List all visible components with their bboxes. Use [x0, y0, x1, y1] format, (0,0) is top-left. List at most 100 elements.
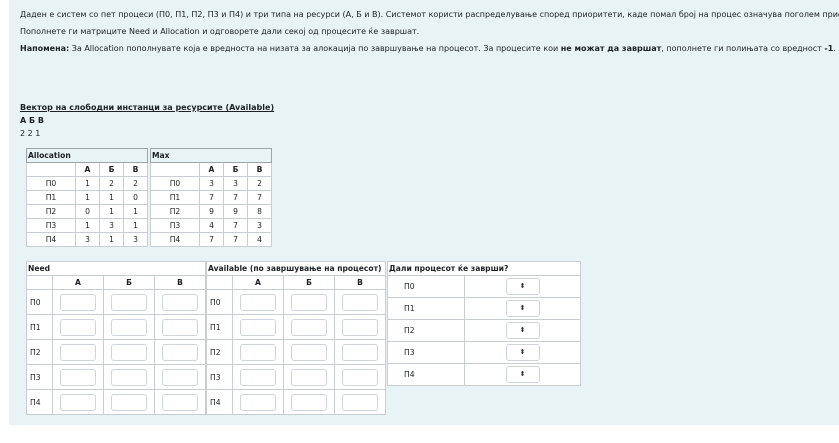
need-p4-a-input[interactable] [60, 393, 96, 411]
available-header: А Б В [20, 116, 44, 125]
table-row: П4 7 7 4 [150, 232, 272, 247]
table-row: П1 [26, 314, 206, 340]
row-label: П4 [206, 389, 233, 415]
row-label: П0 [206, 289, 233, 315]
cell: 1 [99, 232, 124, 247]
need-header-b: Б [103, 275, 155, 290]
finish-p0-select[interactable]: ⬍ [505, 278, 540, 295]
table-row: П0 3 3 2 [150, 176, 272, 191]
row-label: П3 [26, 218, 76, 233]
cell: 3 [223, 176, 248, 191]
avail-p1-b-input[interactable] [291, 318, 327, 336]
need-table: Need А Б В П0 П1 П2 П3 П4 [26, 261, 206, 415]
avail-p3-a-input[interactable] [240, 368, 276, 386]
table-row: П2 [206, 339, 386, 365]
table-row: П3 ⬍ [387, 341, 581, 364]
cell: 3 [199, 176, 224, 191]
avail-p2-b-input[interactable] [291, 343, 327, 361]
need-p1-a-input[interactable] [60, 318, 96, 336]
cell: 4 [247, 232, 272, 247]
row-label: П0 [150, 176, 200, 191]
finish-table: Дали процесот ќе заврши? П0 ⬍ П1 ⬍ П2 ⬍ П3 ⬍… [387, 261, 581, 386]
need-p1-c-input[interactable] [162, 318, 198, 336]
need-p0-c-input[interactable] [162, 293, 198, 311]
row-label: П1 [26, 314, 53, 340]
allocation-corner [26, 162, 76, 177]
need-p2-b-input[interactable] [111, 343, 147, 361]
need-p4-c-input[interactable] [162, 393, 198, 411]
need-p2-c-input[interactable] [162, 343, 198, 361]
note: Напомена: За Allocation пополнувате која… [20, 44, 836, 53]
need-p3-b-input[interactable] [111, 368, 147, 386]
avail-p2-c-input[interactable] [342, 343, 378, 361]
cell: 2 [123, 176, 148, 191]
row-label: П4 [26, 232, 76, 247]
avail-p3-b-input[interactable] [291, 368, 327, 386]
need-p0-a-input[interactable] [60, 293, 96, 311]
available-after-caption: Available (по завршување на процесот) [206, 261, 386, 276]
available-after-table: Available (по завршување на процесот) А … [206, 261, 386, 415]
allocation-header-a: А [75, 162, 100, 177]
avail-p3-c-input[interactable] [342, 368, 378, 386]
cell: 3 [123, 232, 148, 247]
need-header-c: В [154, 275, 206, 290]
need-p3-a-input[interactable] [60, 368, 96, 386]
cell: 1 [75, 190, 100, 205]
note-text-1: За Allocation пополнувате која е вреднос… [69, 44, 561, 53]
finish-p2-select[interactable]: ⬍ [505, 322, 540, 339]
avail-p0-a-input[interactable] [240, 293, 276, 311]
row-label: П1 [387, 297, 465, 320]
cell: 7 [223, 190, 248, 205]
avail-p2-a-input[interactable] [240, 343, 276, 361]
cell: 1 [75, 176, 100, 191]
avail-p4-a-input[interactable] [240, 393, 276, 411]
row-label: П3 [387, 341, 465, 364]
finish-p3-select[interactable]: ⬍ [505, 344, 540, 361]
need-p3-c-input[interactable] [162, 368, 198, 386]
need-p1-b-input[interactable] [111, 318, 147, 336]
need-p4-b-input[interactable] [111, 393, 147, 411]
cell: 7 [199, 190, 224, 205]
cell: 2 [247, 176, 272, 191]
available-title: Вектор на слободни инстанци за ресурсите… [20, 103, 275, 112]
finish-p1-select[interactable]: ⬍ [505, 300, 540, 317]
cell: 1 [123, 204, 148, 219]
table-row: П4 3 1 3 [26, 232, 148, 247]
table-row: П3 [26, 364, 206, 390]
note-bold: не можат да завршат [560, 44, 662, 53]
cell: 3 [75, 232, 100, 247]
row-label: П2 [26, 204, 76, 219]
max-corner [150, 162, 200, 177]
need-p2-a-input[interactable] [60, 343, 96, 361]
row-label: П2 [206, 339, 233, 365]
available-after-corner [206, 275, 233, 290]
available-after-header-c: В [334, 275, 386, 290]
need-header-a: А [52, 275, 104, 290]
row-label: П1 [150, 190, 200, 205]
cell: 3 [99, 218, 124, 233]
note-value: -1 [824, 44, 834, 53]
avail-p1-a-input[interactable] [240, 318, 276, 336]
row-label: П1 [26, 190, 76, 205]
need-p0-b-input[interactable] [111, 293, 147, 311]
allocation-caption: Allocation [26, 148, 148, 163]
table-row: П0 [206, 289, 386, 315]
avail-p4-b-input[interactable] [291, 393, 327, 411]
cell: 1 [99, 190, 124, 205]
available-after-header-a: А [232, 275, 284, 290]
row-label: П3 [150, 218, 200, 233]
avail-p0-c-input[interactable] [342, 293, 378, 311]
need-caption: Need [26, 261, 206, 276]
cell: 0 [123, 190, 148, 205]
table-row: П2 [26, 339, 206, 365]
cell: 2 [99, 176, 124, 191]
row-label: П4 [150, 232, 200, 247]
avail-p4-c-input[interactable] [342, 393, 378, 411]
avail-p0-b-input[interactable] [291, 293, 327, 311]
table-row: П2 9 9 8 [150, 204, 272, 219]
cell: 1 [99, 204, 124, 219]
avail-p1-c-input[interactable] [342, 318, 378, 336]
cell: 4 [199, 218, 224, 233]
cell: 9 [223, 204, 248, 219]
finish-p4-select[interactable]: ⬍ [505, 366, 540, 383]
